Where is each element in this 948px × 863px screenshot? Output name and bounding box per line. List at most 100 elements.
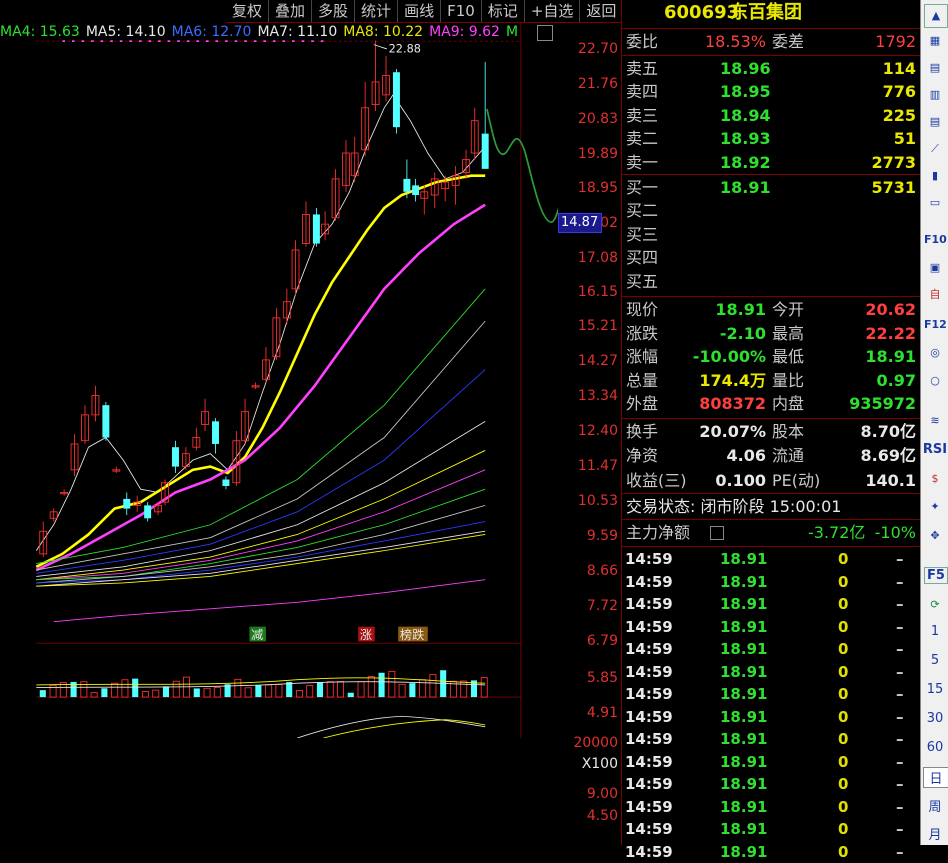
sub-axis-label: 4.50 bbox=[558, 808, 618, 824]
candle-body bbox=[222, 480, 229, 486]
weibi-value: 18.53% bbox=[705, 30, 766, 53]
ask-row[interactable]: 卖五18.96114 bbox=[622, 57, 920, 80]
main-flow-value: -3.72亿 bbox=[808, 521, 865, 544]
tick-row: 14:5918.910– bbox=[622, 728, 920, 751]
legend-dot bbox=[120, 40, 123, 42]
bid-row[interactable]: 买五 bbox=[622, 270, 920, 293]
price-axis-label: 22.70 bbox=[558, 41, 618, 57]
main-flow-row[interactable]: 主力净额 -3.72亿 -10% bbox=[622, 521, 920, 544]
legend-dot bbox=[101, 40, 104, 42]
price-axis-label: 20.83 bbox=[558, 111, 618, 127]
toolbar-restore-rights[interactable]: 复权 bbox=[226, 0, 269, 22]
volume-bar bbox=[235, 679, 241, 697]
toolbar-add-watchlist[interactable]: +自选 bbox=[525, 0, 581, 22]
period-day[interactable]: 日 bbox=[923, 767, 948, 788]
ma-line bbox=[54, 580, 486, 622]
legend-dot bbox=[263, 40, 266, 42]
self-select-icon[interactable]: 自 bbox=[924, 284, 946, 306]
period-15min[interactable]: 15 bbox=[921, 682, 948, 697]
period-60min[interactable]: 60 bbox=[921, 740, 948, 755]
price-axis-label: 17.08 bbox=[558, 250, 618, 266]
legend-dot bbox=[139, 40, 142, 42]
right-toolbar: ▲ ▦ ▤ ▥ ▤ ⟋ ▮ ▭ F10 ▣ 自 F12 ◎ ○ ≋ RSI $ … bbox=[920, 0, 948, 845]
period-5min[interactable]: 5 bbox=[921, 653, 948, 668]
news-icon[interactable]: ▣ bbox=[924, 257, 946, 279]
sub-axis-label: 9.00 bbox=[558, 786, 618, 802]
main-flow-detail-icon[interactable] bbox=[710, 526, 724, 540]
ask-row[interactable]: 卖一18.922773 bbox=[622, 151, 920, 174]
money-icon[interactable]: ◎ bbox=[924, 342, 946, 364]
tick-row: 14:5918.910– bbox=[622, 616, 920, 639]
volume-ma-line bbox=[36, 678, 485, 685]
circle-icon[interactable]: ○ bbox=[924, 370, 946, 392]
toolbar-multi-stock[interactable]: 多股 bbox=[312, 0, 355, 22]
detail-icon[interactable]: ▤ bbox=[924, 111, 946, 133]
bid-row[interactable]: 买三 bbox=[622, 223, 920, 246]
toolbar-back[interactable]: 返回 bbox=[580, 0, 623, 22]
compass-icon[interactable]: ✦ bbox=[924, 496, 946, 518]
volume-bar bbox=[214, 687, 220, 697]
dollar-icon[interactable]: $ bbox=[924, 468, 946, 490]
legend-dot bbox=[311, 40, 314, 42]
rsi-button[interactable]: RSI bbox=[921, 442, 948, 457]
price-axis-label: 13.34 bbox=[558, 388, 618, 404]
scroll-up-icon[interactable]: ▲ bbox=[924, 4, 948, 28]
volume-bar bbox=[296, 690, 302, 697]
price-axis-label: 15.21 bbox=[558, 318, 618, 334]
ask-row[interactable]: 卖二18.9351 bbox=[622, 127, 920, 150]
tick-row: 14:5918.910– bbox=[622, 773, 920, 796]
trend-icon[interactable]: ⟋ bbox=[924, 138, 946, 160]
f12-icon[interactable]: F12 bbox=[924, 314, 946, 336]
ma-yellow-line bbox=[36, 176, 485, 567]
sub-axis-label: X100 bbox=[558, 756, 618, 772]
period-month[interactable]: 月 bbox=[921, 824, 948, 843]
list-icon[interactable]: ▥ bbox=[924, 84, 946, 106]
kline-icon[interactable]: ▮ bbox=[924, 165, 946, 187]
bid-row[interactable]: 买一18.915731 bbox=[622, 176, 920, 199]
f5-button[interactable]: F5 bbox=[924, 567, 948, 584]
legend-dot bbox=[302, 40, 305, 42]
ma-line bbox=[36, 370, 485, 574]
refresh-icon[interactable]: ⟳ bbox=[924, 594, 946, 616]
price-axis-label: 12.40 bbox=[558, 423, 618, 439]
volume-bar bbox=[389, 671, 395, 697]
volume-bar bbox=[132, 679, 138, 697]
volume-bar bbox=[194, 688, 200, 697]
volume-bar bbox=[307, 686, 313, 698]
minute-chart-icon[interactable]: ▤ bbox=[924, 57, 946, 79]
legend-dot bbox=[215, 40, 218, 42]
price-axis: 22.7021.7620.8319.8918.9518.0217.0816.15… bbox=[558, 22, 620, 845]
bid-row[interactable]: 买二 bbox=[622, 199, 920, 222]
weicha-value: 1792 bbox=[875, 30, 916, 53]
toolbar-mark[interactable]: 标记 bbox=[482, 0, 525, 22]
legend-dot bbox=[168, 40, 171, 42]
f10-icon[interactable]: F10 bbox=[924, 229, 946, 251]
kline-chart[interactable]: 22.88减涨榜跌 bbox=[0, 22, 558, 738]
toolbar-f10[interactable]: F10 bbox=[441, 0, 482, 22]
period-1min[interactable]: 1 bbox=[921, 624, 948, 639]
bid-row[interactable]: 买四 bbox=[622, 246, 920, 269]
stat-row: 外盘808372内盘935972 bbox=[622, 392, 920, 415]
toolbar-overlay[interactable]: 叠加 bbox=[269, 0, 312, 22]
ask-row[interactable]: 卖三18.94225 bbox=[622, 104, 920, 127]
tick-row: 14:5918.910– bbox=[622, 818, 920, 841]
peak-price-label: 22.88 bbox=[389, 42, 421, 55]
toolbar-draw-line[interactable]: 画线 bbox=[398, 0, 441, 22]
toolbar-statistics[interactable]: 统计 bbox=[355, 0, 398, 22]
volume-bar bbox=[337, 681, 343, 697]
ask-row[interactable]: 卖四18.95776 bbox=[622, 80, 920, 103]
indicator-icon[interactable]: ≋ bbox=[924, 410, 946, 432]
move-icon[interactable]: ✥ bbox=[924, 525, 946, 547]
legend-dot bbox=[292, 40, 295, 42]
window-icon[interactable]: ▭ bbox=[924, 192, 946, 214]
price-axis-label: 19.89 bbox=[558, 146, 618, 162]
volume-bar bbox=[276, 685, 282, 698]
volume-bar bbox=[173, 681, 179, 697]
tick-row: 14:5918.910– bbox=[622, 661, 920, 684]
candle-body bbox=[144, 505, 151, 518]
period-week[interactable]: 周 bbox=[921, 796, 948, 815]
tick-row: 14:5918.910– bbox=[622, 593, 920, 616]
chart-type-icon[interactable]: ▦ bbox=[924, 30, 946, 52]
stat-row: 总量174.4万量比0.97 bbox=[622, 369, 920, 392]
period-30min[interactable]: 30 bbox=[921, 711, 948, 726]
